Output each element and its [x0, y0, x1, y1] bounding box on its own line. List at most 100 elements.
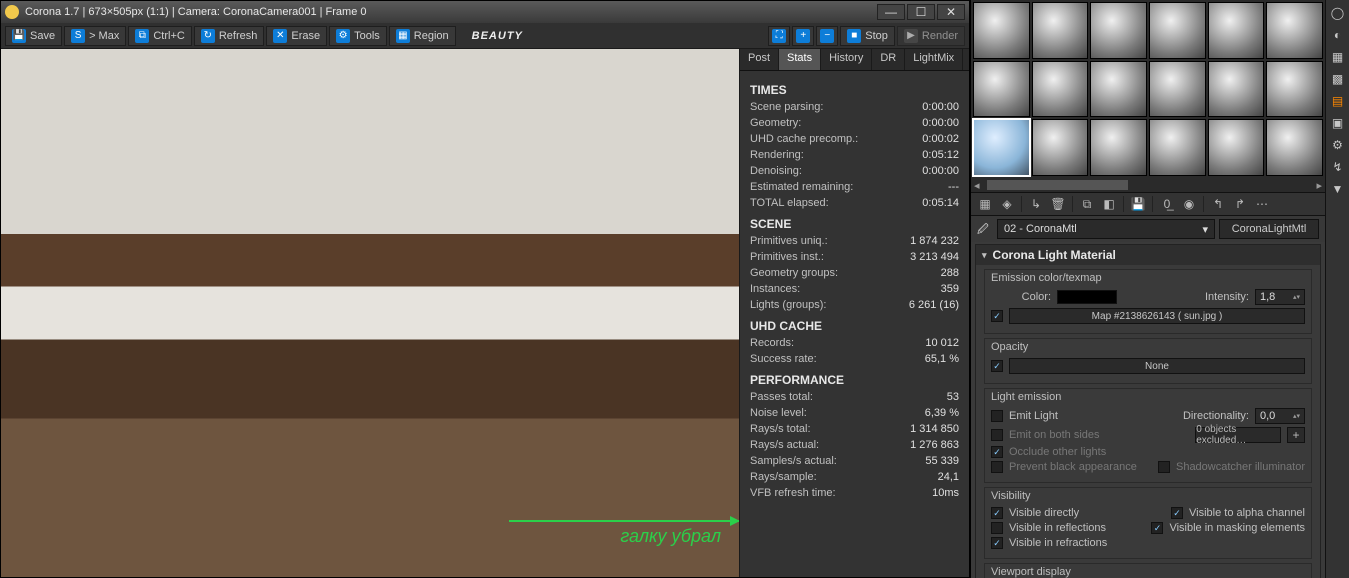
tab-dr[interactable]: DR	[872, 49, 905, 70]
erase-button[interactable]: ✕Erase	[266, 26, 327, 46]
emission-map-checkbox[interactable]	[991, 310, 1003, 322]
sample-slot[interactable]	[1090, 61, 1147, 118]
render-viewport[interactable]: галку убрал	[1, 49, 739, 577]
mat-map-nav-icon[interactable]: ▼	[1329, 180, 1347, 198]
to-max-button[interactable]: S> Max	[64, 26, 126, 46]
go-parent-icon[interactable]: ↰	[1210, 196, 1226, 212]
sample-slot[interactable]	[973, 119, 1030, 176]
stats-section: PERFORMANCE	[750, 373, 959, 387]
eyedropper-icon[interactable]: 🖉	[977, 221, 993, 237]
make-preview-icon[interactable]: ▣	[1329, 114, 1347, 132]
annotation-arrow	[509, 520, 739, 522]
stats-row: Primitives inst.:3 213 494	[750, 249, 959, 265]
emission-map-button[interactable]: Map #2138626143 ( sun.jpg )	[1009, 308, 1305, 324]
copy-button[interactable]: ⧉Ctrl+C	[128, 26, 191, 46]
sample-scrollbar[interactable]: ◂▸	[971, 178, 1325, 192]
sample-slot[interactable]	[1208, 2, 1265, 59]
backlight-icon[interactable]: ◐	[1329, 26, 1347, 44]
rollout-corona-light-material: Corona Light Material Emission color/tex…	[975, 244, 1321, 578]
sample-slot[interactable]	[1032, 119, 1089, 176]
visible-directly-checkbox[interactable]	[991, 507, 1003, 519]
maximize-button[interactable]: ☐	[907, 4, 935, 20]
material-name-select[interactable]: 02 - CoronaMtl▾	[997, 219, 1215, 239]
sample-slot[interactable]	[1149, 61, 1206, 118]
sample-slot[interactable]	[1032, 61, 1089, 118]
emit-light-checkbox[interactable]	[991, 410, 1003, 422]
stats-row: Records:10 012	[750, 335, 959, 351]
material-params: Corona Light Material Emission color/tex…	[971, 242, 1325, 578]
background-icon[interactable]: ▦	[1329, 48, 1347, 66]
stats-section: SCENE	[750, 217, 959, 231]
vfb-titlebar[interactable]: Corona 1.7 | 673×505px (1:1) | Camera: C…	[1, 1, 969, 23]
save-icon: 💾	[12, 29, 26, 43]
save-mat-icon[interactable]: 💾	[1130, 196, 1146, 212]
tab-post[interactable]: Post	[740, 49, 779, 70]
excluded-add-button[interactable]: +	[1287, 427, 1305, 443]
minimize-button[interactable]: —	[877, 4, 905, 20]
sample-slot-grid	[971, 0, 1325, 178]
sample-slot[interactable]	[1266, 119, 1323, 176]
sample-slot[interactable]	[1149, 119, 1206, 176]
options-icon[interactable]: ⚙	[1329, 136, 1347, 154]
show-end-icon[interactable]: ◉	[1181, 196, 1197, 212]
save-button[interactable]: 💾Save	[5, 26, 62, 46]
close-button[interactable]: ✕	[937, 4, 965, 20]
zoom-extents-button[interactable]: ⛶	[768, 26, 790, 46]
directionality-spinner[interactable]: 0,0▴▾	[1255, 408, 1305, 424]
material-editor: ◂▸ ▦ ◈ ↳ 🗑 ⧉ ◧ 💾 0̲ ◉ ↰ ↱ ⋯ 🖉 02 - Coron…	[970, 0, 1349, 578]
zoom-in-button[interactable]: +	[792, 26, 814, 46]
visible-masking-checkbox[interactable]	[1151, 522, 1163, 534]
render-button[interactable]: ▶Render	[897, 26, 965, 46]
sample-slot[interactable]	[1090, 119, 1147, 176]
region-button[interactable]: ▦Region	[389, 26, 456, 46]
make-copy-icon[interactable]: ⧉	[1079, 196, 1095, 212]
zoom-out-icon: −	[820, 29, 834, 43]
sample-slot[interactable]	[973, 2, 1030, 59]
sample-slot[interactable]	[1090, 2, 1147, 59]
options-icon[interactable]: ⋯	[1254, 196, 1270, 212]
intensity-spinner[interactable]: 1,8▴▾	[1255, 289, 1305, 305]
sample-slot[interactable]	[1208, 119, 1265, 176]
get-material-icon[interactable]: ▦	[977, 196, 993, 212]
go-forward-icon[interactable]: ↱	[1232, 196, 1248, 212]
copy-icon: ⧉	[135, 29, 149, 43]
stop-button[interactable]: ■Stop	[840, 26, 895, 46]
excluded-objects-button[interactable]: 0 objects excluded…	[1195, 427, 1281, 443]
opacity-map-checkbox[interactable]	[991, 360, 1003, 372]
corona-vfb-window: Corona 1.7 | 673×505px (1:1) | Camera: C…	[0, 0, 970, 578]
channel-select[interactable]: BEAUTY	[464, 30, 531, 42]
tab-stats[interactable]: Stats	[779, 49, 821, 70]
put-to-scene-icon[interactable]: ◈	[999, 196, 1015, 212]
sample-slot[interactable]	[1149, 2, 1206, 59]
sample-slot[interactable]	[1032, 2, 1089, 59]
make-unique-icon[interactable]: ◧	[1101, 196, 1117, 212]
uv-tiling-icon[interactable]: ▩	[1329, 70, 1347, 88]
assign-icon[interactable]: ↳	[1028, 196, 1044, 212]
sample-slot[interactable]	[1208, 61, 1265, 118]
visible-reflections-checkbox[interactable]	[991, 522, 1003, 534]
stats-row: Estimated remaining:---	[750, 179, 959, 195]
tab-history[interactable]: History	[821, 49, 872, 70]
tab-lightmix[interactable]: LightMix	[905, 49, 963, 70]
video-color-icon[interactable]: ▤	[1329, 92, 1347, 110]
erase-icon: ✕	[273, 29, 287, 43]
visible-alpha-checkbox[interactable]	[1171, 507, 1183, 519]
sample-type-icon[interactable]: ◯	[1329, 4, 1347, 22]
refresh-button[interactable]: ↻Refresh	[194, 26, 265, 46]
zoom-in-icon: +	[796, 29, 810, 43]
material-type-button[interactable]: CoronaLightMtl	[1219, 219, 1319, 239]
visible-refractions-checkbox[interactable]	[991, 537, 1003, 549]
sample-slot[interactable]	[973, 61, 1030, 118]
sample-slot[interactable]	[1266, 61, 1323, 118]
select-by-mat-icon[interactable]: ↯	[1329, 158, 1347, 176]
delete-icon[interactable]: 🗑	[1050, 196, 1066, 212]
zoom-extents-icon: ⛶	[772, 29, 786, 43]
zoom-out-button[interactable]: −	[816, 26, 838, 46]
sample-slot[interactable]	[1266, 2, 1323, 59]
rollout-header[interactable]: Corona Light Material	[976, 245, 1320, 265]
render-image	[1, 49, 739, 577]
emission-color-swatch[interactable]	[1057, 290, 1117, 304]
show-map-icon[interactable]: 0̲	[1159, 196, 1175, 212]
opacity-map-button[interactable]: None	[1009, 358, 1305, 374]
tools-button[interactable]: ⚙Tools	[329, 26, 387, 46]
